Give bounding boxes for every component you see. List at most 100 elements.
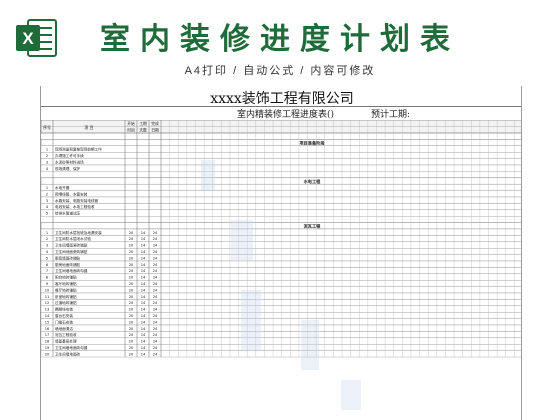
row-item: 水泥砂等材料进场 [55, 159, 84, 164]
row-seq: 1 [46, 186, 48, 190]
header-days: 工期 [139, 121, 147, 126]
schedule-grid[interactable]: 序号 项 目 开始 工期 完成时间 天数 日期项目准备阶段 1 现场测量和复核现场前期工作 2 办理… [41, 120, 522, 420]
row-item: 餐厅地砖铺贴 [55, 287, 77, 292]
section-title: 泥瓦工程 [304, 223, 322, 230]
section-title: 水电工程 [304, 178, 322, 185]
row-days: 14 [141, 346, 146, 350]
row-end: 24 [153, 320, 158, 324]
row-days: 14 [141, 333, 146, 337]
row-start: 20 [129, 301, 134, 305]
row-item: 卫生间墙地面砖勾缝 [55, 268, 88, 273]
row-seq: 20 [45, 352, 50, 356]
row-days: 14 [141, 231, 146, 235]
row-end: 24 [153, 231, 158, 235]
row-start: 20 [129, 263, 134, 267]
row-start: 20 [129, 256, 134, 260]
row-item: 墙地面清洁 [55, 326, 73, 331]
row-item: 踢脚线安装 [55, 307, 73, 312]
row-days: 14 [141, 288, 146, 292]
header-item: 项 目 [84, 124, 93, 130]
row-seq: 1 [46, 231, 48, 235]
row-start: 20 [129, 346, 134, 350]
header-days-sub: 天数 [139, 128, 147, 133]
row-end: 24 [153, 282, 158, 286]
section-title: 项目准备阶段 [299, 139, 325, 146]
row-item: 墙面基层处理 [55, 339, 77, 344]
plan-period-label: 预计工期: [371, 110, 411, 120]
row-start: 20 [129, 282, 134, 286]
row-seq: 1 [46, 148, 48, 152]
row-seq: 18 [45, 340, 50, 344]
row-days: 14 [141, 340, 146, 344]
header-start: 开始 [127, 121, 135, 126]
page-subtitle: A4打印 / 自动公式 / 内容可修改 [184, 65, 376, 77]
row-item: 给排水管道试压 [55, 211, 81, 216]
header-end: 完成 [151, 121, 159, 126]
row-seq: 16 [45, 327, 50, 331]
spreadsheet-page: xxxx装饰工程有限公司 室内精装修工程进度表() 预计工期: 序号 项 目 开始工… [40, 86, 522, 420]
row-days: 14 [141, 301, 146, 305]
row-end: 24 [153, 250, 158, 254]
row-days: 14 [141, 263, 146, 267]
row-item: 厨房墙面砖铺贴 [55, 255, 81, 260]
company-name: xxxx装饰工程有限公司 [210, 91, 354, 107]
row-item: 办理施工许可手续 [55, 153, 84, 158]
row-start: 20 [129, 288, 134, 292]
row-item: 现场清理、保护 [55, 166, 81, 171]
row-item: 阳台地砖铺贴 [55, 275, 77, 280]
row-start: 20 [129, 250, 134, 254]
header-end-sub: 日期 [151, 128, 159, 133]
row-seq: 3 [46, 244, 48, 248]
row-days: 14 [141, 276, 146, 280]
row-item: 预埋线管、水管安装 [55, 191, 88, 196]
row-end: 24 [153, 263, 158, 267]
row-item: 水电开槽 [55, 185, 70, 190]
row-item: 窗台石安装 [55, 313, 73, 318]
row-start: 20 [129, 327, 134, 331]
row-item: 卫生间墙地面砖勾缝 [55, 345, 88, 350]
watermark-shade [301, 320, 319, 370]
row-days: 14 [141, 269, 146, 273]
row-seq: 19 [45, 346, 50, 350]
row-item: 门槛石安装 [55, 319, 73, 324]
row-seq: 7 [46, 269, 48, 273]
row-item: 泥瓦工程验收 [55, 332, 77, 337]
header-banner: X 室内装修进度计划表 A4打印 / 自动公式 / 内容可修改 [0, 0, 560, 86]
row-item: 卫生间防水层找坡及地漏安装 [55, 230, 102, 235]
row-start: 20 [129, 269, 134, 273]
row-seq: 15 [45, 320, 50, 324]
row-days: 14 [141, 282, 146, 286]
row-start: 20 [129, 244, 134, 248]
row-item: 客厅地砖铺贴 [55, 281, 77, 286]
plan-header-row: 室内精装修工程进度表() 预计工期: [41, 106, 521, 120]
page-title: 室内装修进度计划表 [100, 22, 460, 57]
row-item: 卫生间墙面瓷砖铺贴 [55, 243, 88, 248]
row-seq: 5 [46, 212, 48, 216]
row-end: 24 [153, 269, 158, 273]
row-start: 20 [129, 352, 134, 356]
row-end: 24 [153, 333, 158, 337]
row-end: 24 [153, 237, 158, 241]
row-days: 14 [141, 327, 146, 331]
row-start: 20 [129, 314, 134, 318]
watermark-shade [241, 290, 261, 350]
row-item: 过道地砖铺贴 [55, 300, 77, 305]
row-seq: 12 [45, 301, 50, 305]
row-seq: 3 [46, 160, 48, 164]
row-seq: 2 [46, 237, 48, 241]
row-item: 卫生间地面瓷砖铺贴 [55, 249, 88, 254]
row-end: 24 [153, 340, 158, 344]
row-end: 24 [153, 352, 158, 356]
row-end: 24 [153, 314, 158, 318]
row-item: 电线安装、水电工程验收 [55, 204, 95, 209]
row-start: 20 [129, 308, 134, 312]
header-seq: 序号 [43, 124, 51, 130]
row-start: 20 [129, 295, 134, 299]
row-seq: 3 [46, 199, 48, 203]
row-start: 20 [129, 237, 134, 241]
watermark-shade [201, 160, 215, 190]
row-item: 厨房地面砖铺贴 [55, 262, 81, 267]
row-days: 14 [141, 320, 146, 324]
row-seq: 13 [45, 308, 50, 312]
watermark-shade [231, 220, 253, 260]
